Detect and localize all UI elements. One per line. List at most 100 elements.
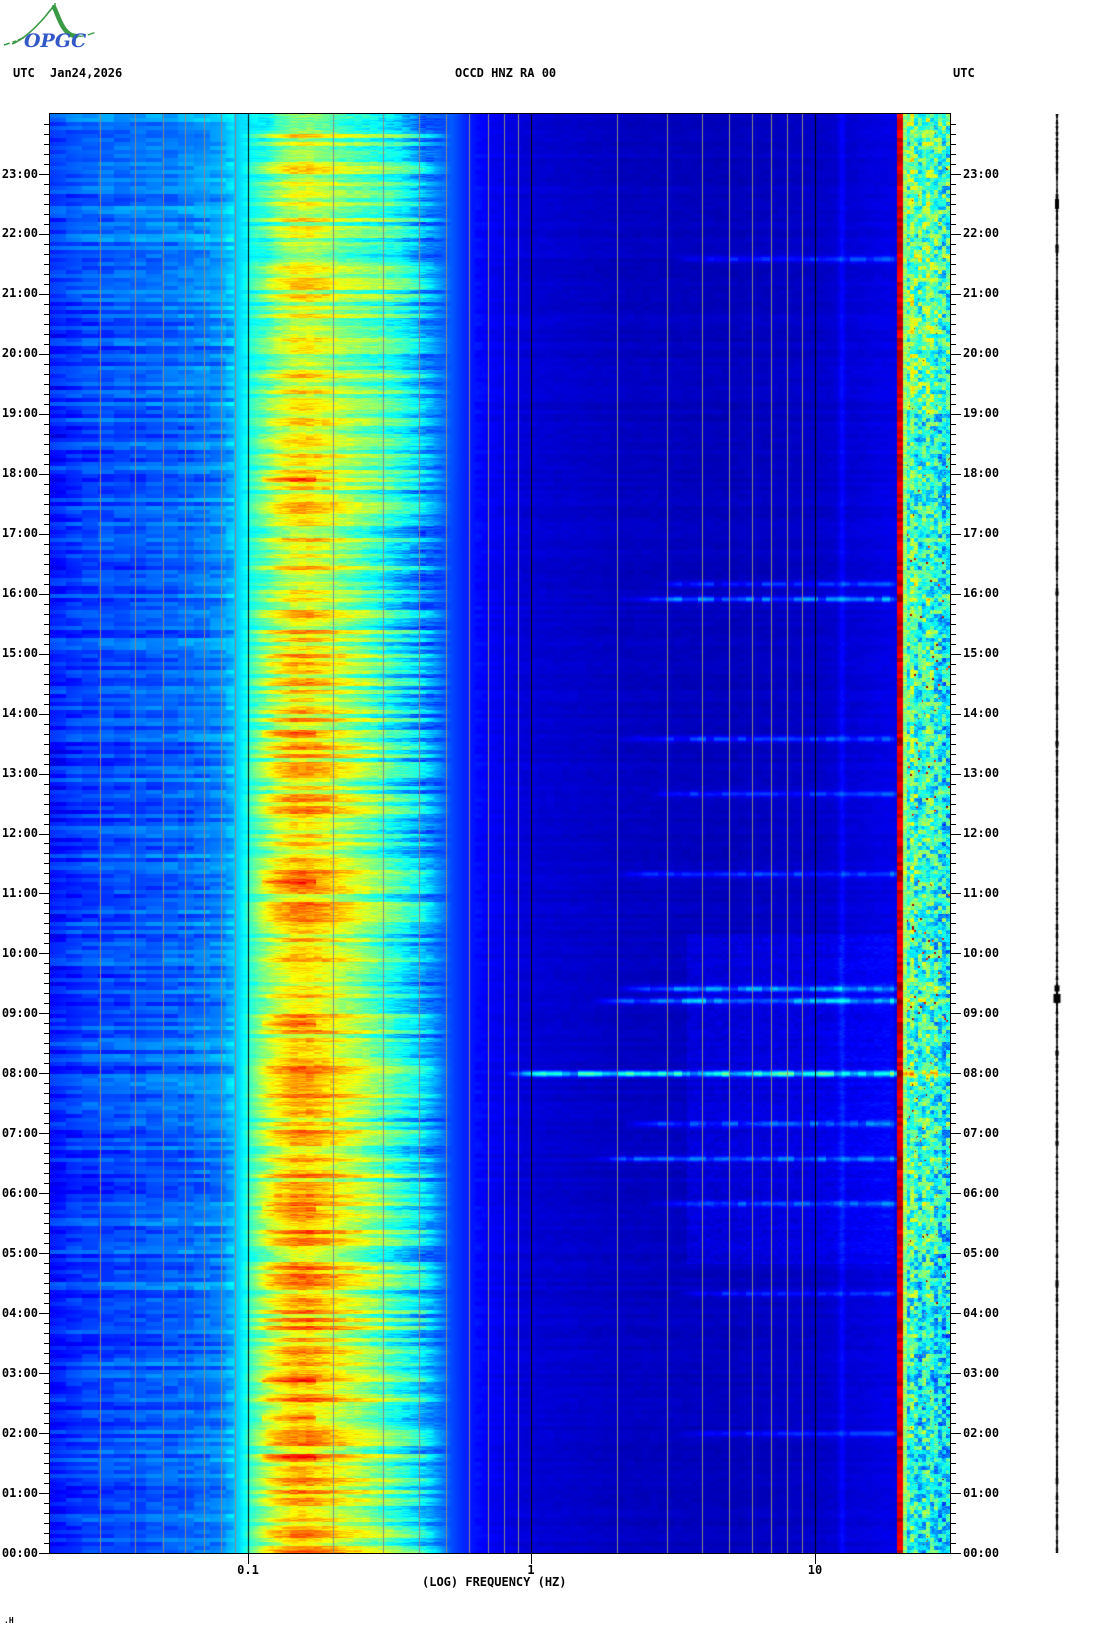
y-tick-label-left: 10:00 [1, 945, 38, 960]
y-minor-tick-right [950, 1103, 956, 1104]
y-minor-tick-left [44, 1243, 50, 1244]
y-minor-tick-left [44, 554, 50, 555]
y-minor-tick-left [44, 1393, 50, 1394]
y-minor-tick-right [950, 1453, 956, 1454]
y-minor-tick-left [44, 1063, 50, 1064]
y-tick-label-right: 09:00 [963, 1005, 1000, 1020]
y-tick-label-left: 21:00 [1, 286, 38, 301]
y-minor-tick-left [44, 983, 50, 984]
logo-text: OPGC [24, 30, 86, 52]
y-minor-tick-left [44, 913, 50, 914]
y-major-tick-left [39, 1073, 50, 1074]
y-minor-tick-right [950, 394, 956, 395]
y-minor-tick-right [950, 1293, 956, 1294]
y-tick-label-right: 15:00 [963, 646, 1000, 661]
y-minor-tick-right [950, 1143, 956, 1144]
y-minor-tick-left [44, 134, 50, 135]
y-minor-tick-left [44, 704, 50, 705]
y-minor-tick-right [950, 1203, 956, 1204]
y-major-tick-right [950, 234, 961, 235]
y-minor-tick-right [950, 1363, 956, 1364]
y-major-tick-right [950, 174, 961, 175]
corner-mark: .H [4, 1616, 14, 1625]
y-minor-tick-right [950, 863, 956, 864]
y-minor-tick-left [44, 883, 50, 884]
y-minor-tick-left [44, 664, 50, 665]
y-minor-tick-left [44, 444, 50, 445]
y-tick-label-left: 16:00 [1, 586, 38, 601]
y-minor-tick-left [44, 574, 50, 575]
y-minor-tick-right [950, 214, 956, 215]
y-minor-tick-left [44, 334, 50, 335]
y-minor-tick-left [44, 1453, 50, 1454]
y-major-tick-left [39, 354, 50, 355]
y-minor-tick-left [44, 1083, 50, 1084]
y-tick-label-right: 03:00 [963, 1365, 1000, 1380]
y-minor-tick-left [44, 1173, 50, 1174]
y-tick-label-left: 06:00 [1, 1185, 38, 1200]
y-minor-tick-right [950, 444, 956, 445]
y-minor-tick-right [950, 554, 956, 555]
y-minor-tick-right [950, 134, 956, 135]
x-tick-label: 10 [807, 1563, 823, 1577]
y-minor-tick-right [950, 624, 956, 625]
y-minor-tick-left [44, 1343, 50, 1344]
y-minor-tick-left [44, 814, 50, 815]
y-minor-tick-right [950, 1393, 956, 1394]
y-minor-tick-left [44, 544, 50, 545]
y-minor-tick-left [44, 164, 50, 165]
y-minor-tick-left [44, 1523, 50, 1524]
y-minor-tick-left [44, 644, 50, 645]
y-minor-tick-left [44, 1223, 50, 1224]
y-tick-label-right: 22:00 [963, 226, 1000, 241]
y-minor-tick-left [44, 1023, 50, 1024]
y-major-tick-left [39, 534, 50, 535]
y-tick-label-left: 18:00 [1, 466, 38, 481]
y-minor-tick-right [950, 204, 956, 205]
y-tick-label-right: 10:00 [963, 945, 1000, 960]
y-minor-tick-left [44, 1383, 50, 1384]
y-minor-tick-right [950, 1383, 956, 1384]
y-major-tick-left [39, 893, 50, 894]
y-tick-label-left: 04:00 [1, 1305, 38, 1320]
y-minor-tick-left [44, 1053, 50, 1054]
y-minor-tick-left [44, 764, 50, 765]
y-major-tick-left [39, 1013, 50, 1014]
y-tick-label-right: 16:00 [963, 586, 1000, 601]
y-major-tick-right [950, 953, 961, 954]
y-minor-tick-left [44, 754, 50, 755]
y-minor-tick-right [950, 1003, 956, 1004]
y-minor-tick-right [950, 1123, 956, 1124]
y-major-tick-left [39, 1433, 50, 1434]
y-minor-tick-right [950, 154, 956, 155]
y-minor-tick-left [44, 194, 50, 195]
y-minor-tick-right [950, 1053, 956, 1054]
y-minor-tick-left [44, 384, 50, 385]
y-tick-label-left: 19:00 [1, 406, 38, 421]
y-minor-tick-left [44, 634, 50, 635]
y-major-tick-right [950, 414, 961, 415]
y-tick-label-right: 06:00 [963, 1185, 1000, 1200]
y-tick-label-right: 20:00 [963, 346, 1000, 361]
y-minor-tick-left [44, 1303, 50, 1304]
y-minor-tick-right [950, 584, 956, 585]
y-minor-tick-right [950, 963, 956, 964]
y-minor-tick-left [44, 204, 50, 205]
y-major-tick-right [950, 294, 961, 295]
y-minor-tick-left [44, 484, 50, 485]
y-minor-tick-right [950, 194, 956, 195]
y-minor-tick-left [44, 364, 50, 365]
y-minor-tick-right [950, 1353, 956, 1354]
y-minor-tick-right [950, 384, 956, 385]
y-minor-tick-left [44, 1333, 50, 1334]
y-tick-label-right: 01:00 [963, 1485, 1000, 1500]
y-minor-tick-right [950, 164, 956, 165]
y-tick-label-left: 22:00 [1, 226, 38, 241]
y-minor-tick-right [950, 664, 956, 665]
y-minor-tick-right [950, 724, 956, 725]
y-minor-tick-left [44, 324, 50, 325]
y-minor-tick-right [950, 973, 956, 974]
y-major-tick-right [950, 774, 961, 775]
y-minor-tick-right [950, 244, 956, 245]
y-minor-tick-right [950, 304, 956, 305]
